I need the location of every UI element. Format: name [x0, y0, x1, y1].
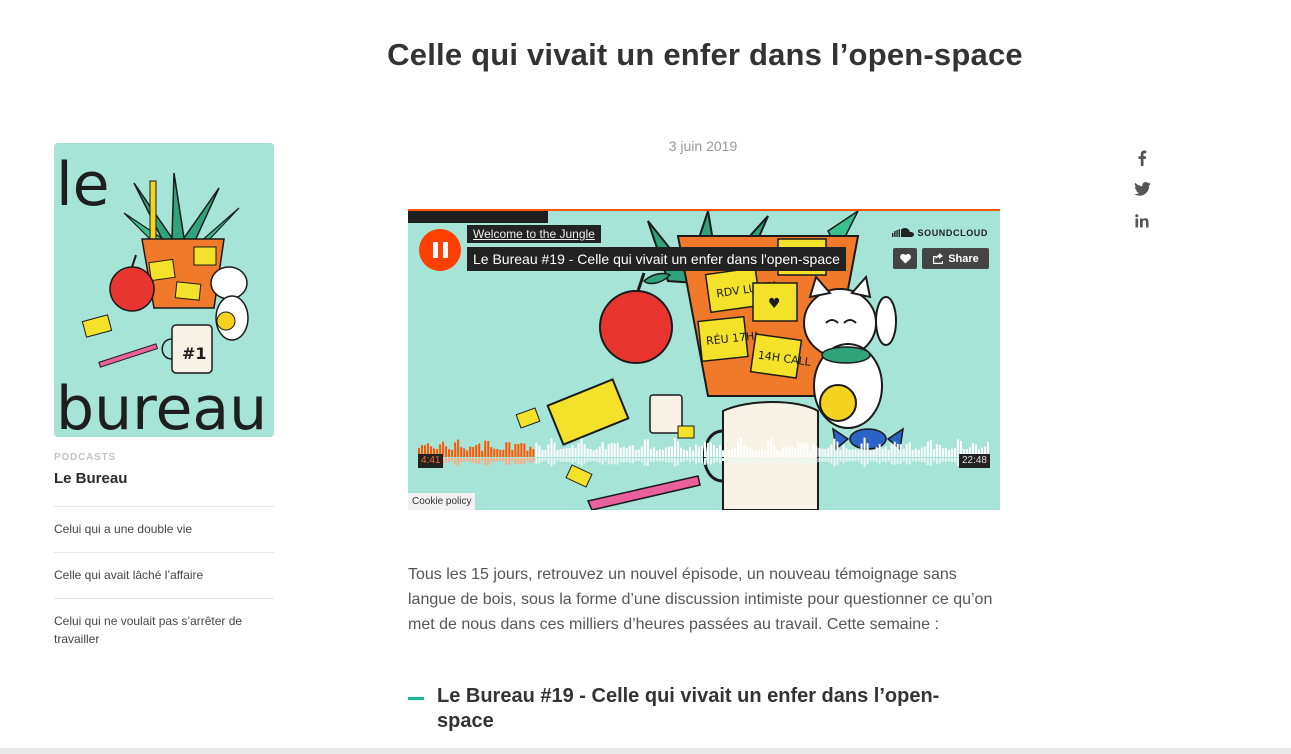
like-button[interactable] — [893, 248, 917, 269]
cover-word-top: le — [56, 150, 110, 220]
article-intro: Tous les 15 jours, retrouvez un nouvel é… — [408, 566, 993, 633]
total-time: 22:48 — [958, 454, 990, 468]
podcast-cover-art: #1 le bureau — [54, 143, 274, 437]
soundcloud-brand: SOUNDCLOUD — [917, 228, 988, 238]
sidebar-episode-link[interactable]: Celui qui a une double vie — [54, 506, 274, 552]
page-title: Celle qui vivait un enfer dans l’open-sp… — [387, 37, 1023, 72]
share-label: Share — [948, 252, 979, 265]
linkedin-icon[interactable] — [1130, 214, 1154, 246]
sidebar-podcast-title[interactable]: Le Bureau — [54, 470, 127, 487]
pause-button[interactable] — [419, 229, 461, 271]
episode-heading: Le Bureau #19 - Celle qui vivait un enfe… — [437, 685, 940, 732]
cover-word-bottom: bureau — [56, 374, 267, 437]
heart-icon — [899, 253, 911, 264]
podcast-cover[interactable]: #1 le bureau — [54, 143, 274, 437]
sidebar-episode-link[interactable]: Celui qui ne voulait pas s’arrêter de tr… — [54, 598, 274, 662]
player-username[interactable]: Welcome to the Jungle — [467, 225, 601, 243]
twitter-icon[interactable] — [1130, 182, 1154, 214]
player-track-title[interactable]: Le Bureau #19 - Celle qui vivait un enfe… — [467, 247, 846, 271]
accent-dash — [408, 697, 424, 700]
svg-text:#1: #1 — [182, 344, 207, 363]
episode-heading-block: Le Bureau #19 - Celle qui vivait un enfe… — [408, 684, 1004, 734]
share-bar — [1130, 150, 1154, 246]
sidebar-kicker: PODCASTS — [54, 452, 116, 463]
share-button[interactable]: Share — [922, 248, 989, 269]
soundcloud-logo[interactable]: SOUNDCLOUD — [891, 228, 989, 238]
footer-edge — [0, 748, 1291, 754]
waveform[interactable] — [418, 437, 990, 471]
soundcloud-player[interactable]: RDV LUNDI ♥ RÉU 17H! 14H CALL Welcome to… — [408, 209, 1000, 510]
facebook-icon[interactable] — [1130, 150, 1154, 182]
soundcloud-icon — [891, 228, 914, 237]
share-icon — [933, 253, 944, 264]
current-time: 4:41 — [418, 454, 444, 468]
sidebar-episode-link[interactable]: Celle qui avait lâché l’affaire — [54, 552, 274, 598]
cookie-policy-link[interactable]: Cookie policy — [408, 493, 476, 510]
svg-text:♥: ♥ — [768, 296, 781, 312]
sidebar-episode-list: Celui qui a une double vie Celle qui ava… — [54, 506, 274, 662]
